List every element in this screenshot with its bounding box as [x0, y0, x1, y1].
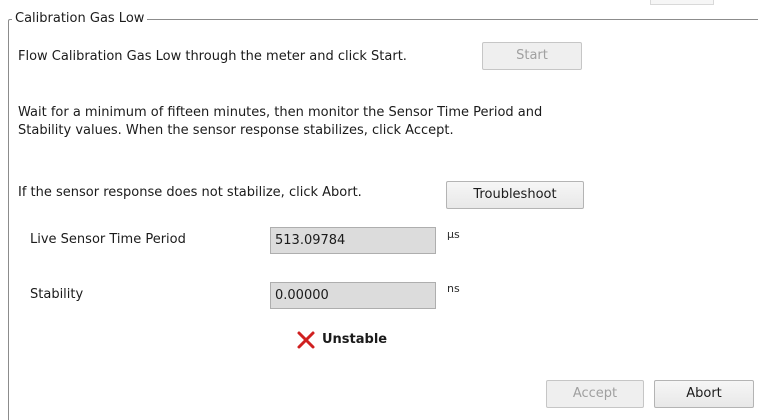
troubleshoot-button[interactable]: Troubleshoot	[446, 181, 584, 209]
accept-button[interactable]: Accept	[546, 380, 644, 408]
wait-instruction: Wait for a minimum of fifteen minutes, t…	[18, 105, 543, 138]
stability-unit: ns	[447, 282, 460, 295]
group-title: Calibration Gas Low	[12, 10, 148, 28]
calibration-panel: Calibration Gas Low Flow Calibration Gas…	[0, 0, 758, 420]
flow-instruction: Flow Calibration Gas Low through the met…	[18, 49, 407, 64]
sensor-time-period-field: 513.09784	[270, 227, 436, 254]
sensor-time-period-label: Live Sensor Time Period	[30, 232, 186, 247]
status-text: Unstable	[322, 332, 388, 347]
header-tab-stub	[650, 0, 714, 5]
calibration-group-box	[8, 19, 758, 420]
abort-button[interactable]: Abort	[654, 380, 754, 408]
stability-label: Stability	[30, 287, 84, 302]
sensor-time-period-unit: µs	[447, 228, 460, 241]
abort-instruction: If the sensor response does not stabiliz…	[18, 185, 362, 200]
stability-field: 0.00000	[270, 282, 436, 309]
x-icon	[297, 331, 315, 349]
start-button[interactable]: Start	[482, 42, 582, 70]
